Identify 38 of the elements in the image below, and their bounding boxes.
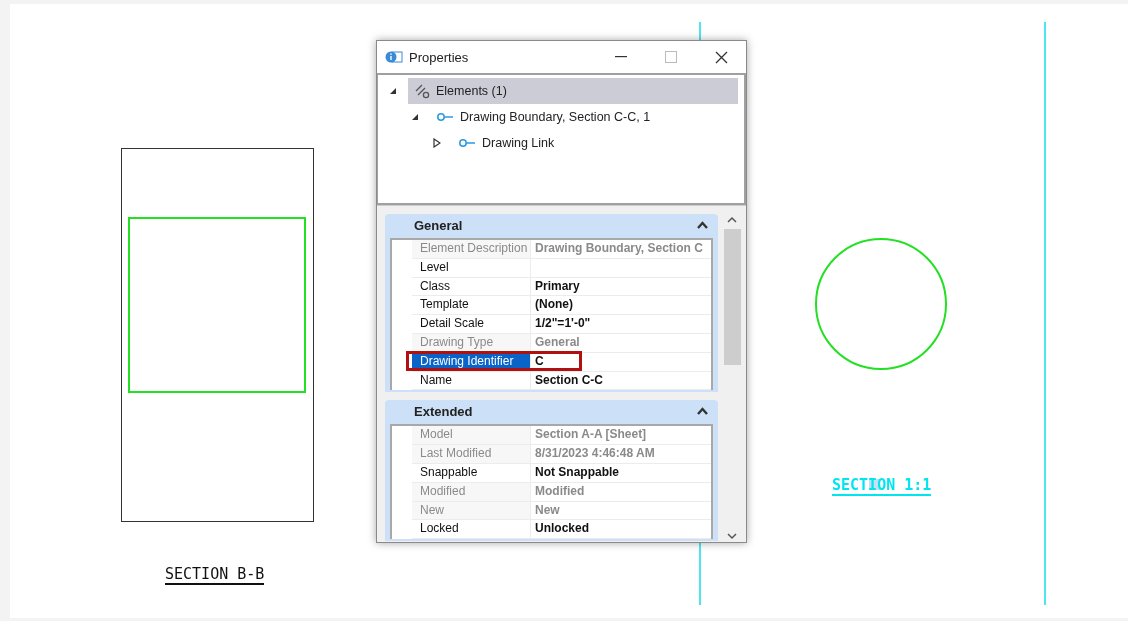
section-title: Extended: [414, 403, 474, 419]
property-label: Model: [412, 426, 531, 445]
close-icon: [714, 50, 728, 64]
tree-item[interactable]: Elements (1): [408, 78, 738, 104]
property-value: Drawing Boundary, Section C: [534, 240, 704, 257]
property-value: Unlocked: [534, 520, 590, 538]
maximize-icon: [665, 51, 677, 63]
property-value: 1/2"=1'-0": [534, 315, 592, 333]
property-value: Section C-C: [534, 371, 604, 389]
property-value: (None): [534, 296, 574, 314]
section-title: General: [414, 217, 464, 233]
link-icon: [436, 112, 454, 122]
property-value: New: [534, 501, 561, 519]
collapse-chevron-icon[interactable]: [697, 407, 708, 416]
section-label: SECTION B-B: [165, 566, 265, 585]
property-value: General: [534, 334, 581, 351]
elements-icon: [414, 83, 430, 99]
properties-icon: [385, 50, 403, 64]
section-label: SECTION 1:1: [832, 477, 932, 496]
window-title: Properties: [409, 49, 470, 65]
property-value: 8/31/2023 4:46:48 AM: [534, 445, 656, 463]
snap-marker-icon: [869, 479, 880, 490]
minimize-icon: [615, 56, 627, 58]
tree-item[interactable]: Drawing Boundary, Section C-C, 1: [430, 104, 659, 130]
property-value: Section A-A [Sheet]: [534, 426, 648, 444]
property-label: Last Modified: [412, 445, 531, 463]
section-header[interactable]: General: [385, 214, 718, 236]
property-value: Primary: [534, 277, 581, 295]
scrollbar[interactable]: [722, 214, 742, 542]
property-value: Modified: [534, 482, 586, 500]
scroll-down-button[interactable]: [725, 531, 739, 542]
section-header[interactable]: Extended: [385, 400, 718, 423]
scroll-up-button[interactable]: [725, 214, 739, 225]
property-label: Element Description: [412, 240, 531, 258]
tree-item[interactable]: Drawing Link: [452, 130, 563, 156]
collapse-chevron-icon[interactable]: [697, 221, 708, 229]
property-value: Not Snappable: [534, 463, 620, 481]
link-icon: [458, 138, 476, 148]
